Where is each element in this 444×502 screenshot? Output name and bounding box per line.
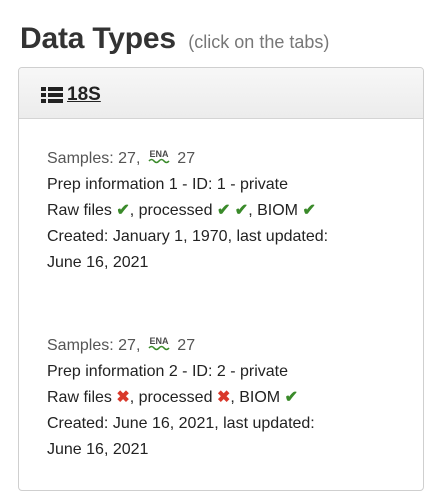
cross-icon: ✖ bbox=[216, 389, 231, 406]
processed-label: , processed bbox=[129, 202, 213, 219]
created-line: Created: January 1, 1970, last updated: bbox=[47, 228, 329, 245]
files-status-line: Raw files ✖, processed ✖, BIOM ✔ bbox=[47, 385, 315, 411]
samples-line: Samples: 27, ENA 27 bbox=[47, 146, 328, 172]
check-icon: ✔ bbox=[234, 202, 249, 219]
check-icon: ✔ bbox=[216, 202, 231, 219]
prep-item: Samples: 27, ENA 27 Prep information 1 -… bbox=[47, 146, 328, 276]
ena-icon: ENA bbox=[148, 334, 170, 352]
prep-info: Prep information 1 - ID: 1 - private bbox=[47, 176, 288, 193]
biom-label: , BIOM bbox=[230, 389, 281, 406]
created-line: Created: June 16, 2021, last updated: bbox=[47, 415, 315, 432]
ena-icon: ENA bbox=[148, 147, 170, 165]
check-icon: ✔ bbox=[284, 389, 298, 406]
raw-files-label: Raw files bbox=[47, 202, 112, 219]
data-types-panel: 18S Samples: 27, ENA 27 Prep information… bbox=[18, 67, 424, 491]
ena-icon-text: ENA bbox=[149, 336, 169, 346]
heading-hint: (click on the tabs) bbox=[188, 32, 330, 52]
samples-label: Samples: 27, bbox=[47, 337, 141, 354]
cross-icon: ✖ bbox=[116, 389, 130, 406]
ena-icon-text: ENA bbox=[149, 149, 169, 159]
processed-label: , processed bbox=[129, 389, 213, 406]
tab-18s[interactable]: 18S bbox=[41, 84, 101, 106]
biom-label: , BIOM bbox=[248, 202, 298, 219]
samples-line: Samples: 27, ENA 27 bbox=[47, 333, 315, 359]
prep-item: Samples: 27, ENA 27 Prep information 2 -… bbox=[47, 333, 315, 463]
check-icon: ✔ bbox=[302, 202, 316, 219]
prep-info: Prep information 2 - ID: 2 - private bbox=[47, 363, 288, 380]
updated-line: June 16, 2021 bbox=[47, 254, 149, 271]
list-icon bbox=[41, 86, 63, 104]
tab-label: 18S bbox=[67, 84, 101, 105]
ena-count: 27 bbox=[177, 337, 196, 354]
check-icon: ✔ bbox=[116, 202, 130, 219]
ena-count: 27 bbox=[177, 150, 196, 167]
files-status-line: Raw files ✔, processed ✔ ✔, BIOM ✔ bbox=[47, 198, 328, 224]
samples-label: Samples: 27, bbox=[47, 150, 141, 167]
updated-line: June 16, 2021 bbox=[47, 441, 149, 458]
page-title: Data Types bbox=[20, 22, 176, 55]
panel-header: 18S bbox=[19, 68, 423, 119]
section-heading: Data Types (click on the tabs) bbox=[20, 22, 329, 56]
raw-files-label: Raw files bbox=[47, 389, 112, 406]
